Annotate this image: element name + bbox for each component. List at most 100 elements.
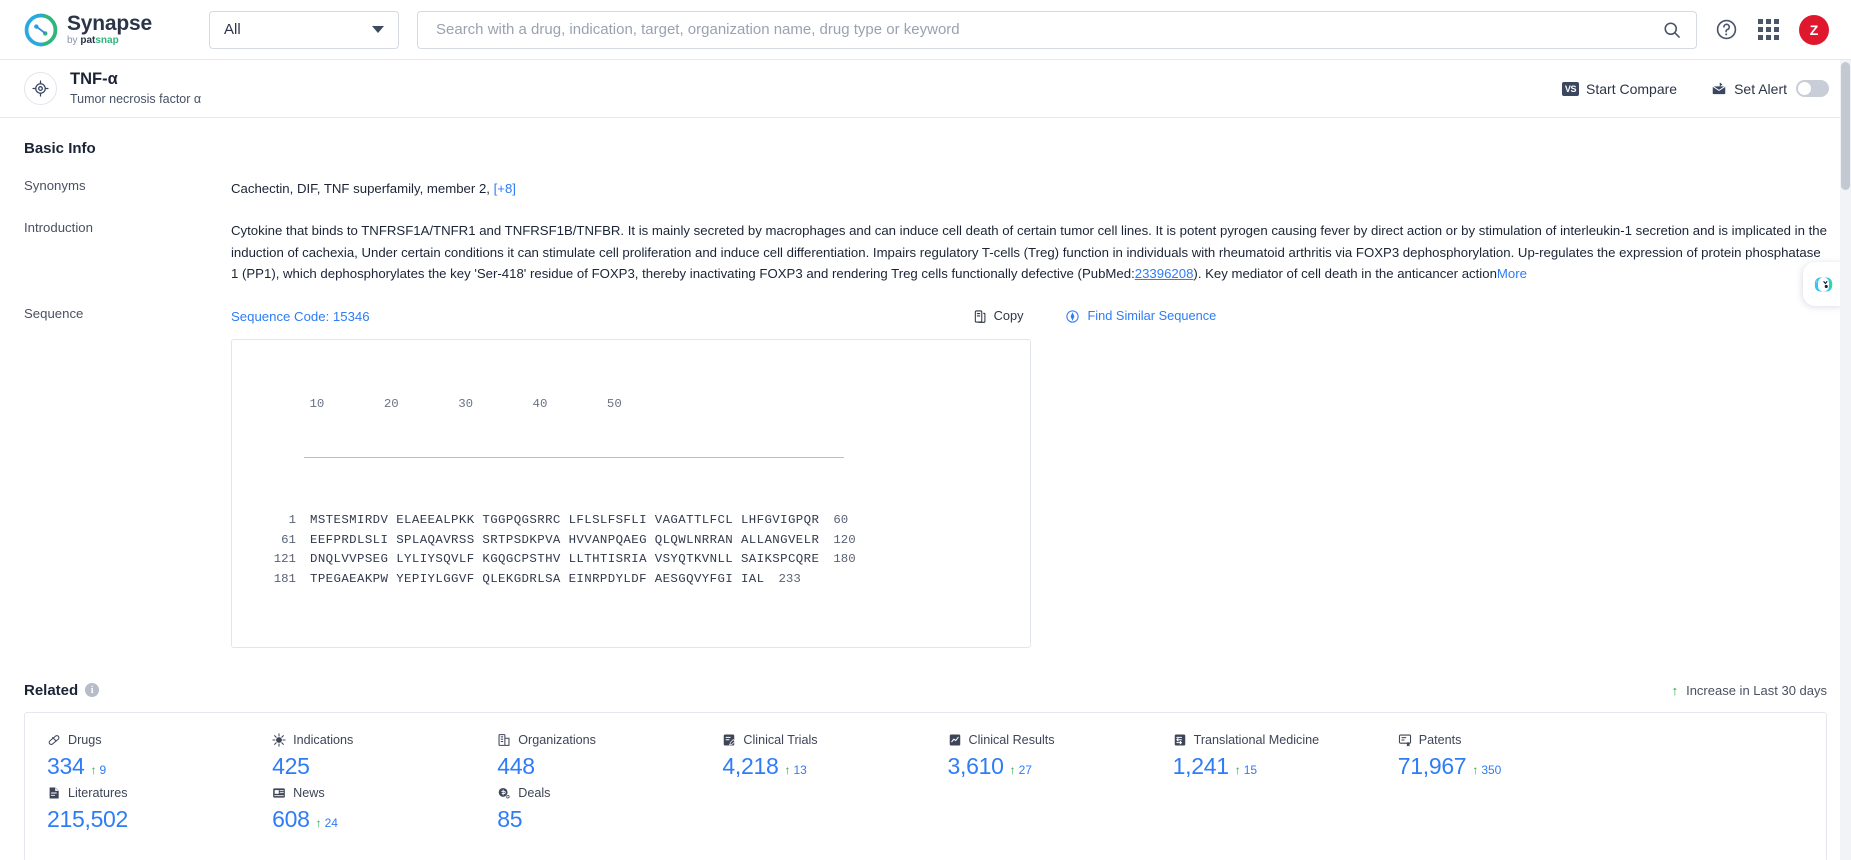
stat-value: 85 <box>497 805 523 832</box>
stat-header: Drugs <box>47 733 250 747</box>
sequence-line: 181 TPEGAEAKPW YEPIYLGGVF QLEKGDRLSA EINR… <box>250 570 1012 590</box>
building-icon <box>497 733 511 747</box>
stat-header: Clinical Results <box>948 733 1151 747</box>
news-icon <box>272 786 286 800</box>
brand-logo-area[interactable]: Synapse by patsnap <box>24 13 182 47</box>
stat-indications[interactable]: Indications 425 <box>250 733 475 780</box>
sequence-ruler: 10 20 30 40 50 <box>250 397 622 412</box>
sequence-start-index: 61 <box>281 532 296 547</box>
increase-note-label: Increase in Last 30 days <box>1686 682 1827 698</box>
stat-label: Organizations <box>518 732 596 747</box>
stat-organizations[interactable]: Organizations 448 <box>475 733 700 780</box>
assistant-widget-button[interactable] <box>1803 262 1843 306</box>
sequence-line: 1 MSTESMIRDV ELAEEALPKK TGGPQGSRRC LFLSLF… <box>250 511 1012 531</box>
stat-spacer <box>1601 733 1826 780</box>
apps-grid-icon[interactable] <box>1758 19 1779 40</box>
synonyms-label: Synonyms <box>24 178 86 193</box>
stat-clinical-trials[interactable]: Clinical Trials 4,218 ↑ 13 <box>700 733 925 780</box>
stat-value: 1,241 <box>1172 752 1229 779</box>
copy-icon <box>974 310 986 323</box>
stat-delta: ↑ 24 <box>315 815 338 830</box>
global-search-box[interactable] <box>417 10 1697 49</box>
set-alert-control[interactable]: Set Alert <box>1711 80 1829 97</box>
stat-header: Literatures <box>47 786 250 800</box>
vs-icon: VS <box>1562 81 1580 96</box>
stat-header: Translational Medicine <box>1173 733 1376 747</box>
introduction-text-tail: ). Key mediator of cell death in the ant… <box>1193 266 1497 282</box>
set-alert-toggle[interactable] <box>1796 80 1829 97</box>
stat-value: 448 <box>497 752 535 779</box>
user-avatar[interactable]: Z <box>1799 14 1829 45</box>
stat-value: 4,218 <box>722 752 779 779</box>
introduction-label: Introduction <box>24 220 93 236</box>
stat-delta: ↑ 9 <box>90 762 107 777</box>
top-navigation-bar: Synapse by patsnap All Z <box>0 0 1851 60</box>
stat-news[interactable]: News 608 ↑ 24 <box>250 786 475 833</box>
sequence-residues: TPEGAEAKPW YEPIYLGGVF QLEKGDRLSA EINRPDY… <box>310 571 765 586</box>
stat-value: 425 <box>272 752 310 779</box>
stat-value-line: 334 ↑ 9 <box>47 753 250 780</box>
synonyms-expand-link[interactable]: [+8] <box>494 181 516 196</box>
stat-value-line: 85 <box>497 806 700 833</box>
stat-label: Deals <box>518 785 551 800</box>
introduction-value-wrap: Cytokine that binds to TNFRSF1A/TNFR1 an… <box>231 220 1827 284</box>
search-scope-dropdown[interactable]: All <box>209 10 399 49</box>
stat-delta: ↑ 13 <box>784 762 807 777</box>
target-icon <box>32 80 49 97</box>
target-alias: Tumor necrosis factor α <box>70 91 202 106</box>
stat-header: News <box>272 786 475 800</box>
target-actions: VS Start Compare Set Alert <box>1562 80 1829 97</box>
copy-sequence-button[interactable]: Copy <box>973 306 1023 327</box>
synonyms-value-wrap: Cachectin, DIF, TNF superfamily, member … <box>231 178 1827 199</box>
stat-value: 608 <box>272 805 310 832</box>
search-input[interactable] <box>434 20 1662 39</box>
stat-label: Clinical Trials <box>743 732 818 747</box>
stat-header: Clinical Trials <box>722 733 925 747</box>
stat-drugs[interactable]: Drugs 334 ↑ 9 <box>25 733 250 780</box>
page-title: TNF-α <box>70 70 118 89</box>
patent-icon <box>1398 733 1412 747</box>
stat-value-line: 3,610 ↑ 27 <box>948 753 1151 780</box>
stat-label: Translational Medicine <box>1193 732 1320 747</box>
find-similar-sequence-button[interactable]: Find Similar Sequence <box>1065 306 1216 327</box>
help-icon[interactable] <box>1715 18 1738 41</box>
find-similar-icon <box>1066 310 1080 323</box>
stat-deals[interactable]: Deals 85 <box>475 786 700 833</box>
chevron-down-icon <box>372 26 384 33</box>
deal-icon <box>497 786 511 800</box>
sequence-ruler-line <box>304 456 844 458</box>
stat-value: 71,967 <box>1397 752 1467 779</box>
stat-literatures[interactable]: Literatures 215,502 <box>25 786 250 833</box>
up-arrow-icon: ↑ <box>315 815 322 830</box>
basic-info-title: Basic Info <box>24 140 96 157</box>
target-titles: TNF-α Tumor necrosis factor α <box>70 70 201 106</box>
nav-right-actions: Z <box>1715 14 1829 45</box>
stat-label: Indications <box>293 732 354 747</box>
search-icon[interactable] <box>1662 20 1682 40</box>
stat-delta: ↑ 350 <box>1472 762 1502 777</box>
info-icon[interactable]: i <box>85 683 100 698</box>
stat-header: Deals <box>497 786 700 800</box>
start-compare-button[interactable]: VS Start Compare <box>1562 81 1677 97</box>
sequence-code-link[interactable]: Sequence Code: 15346 <box>231 306 370 327</box>
stat-value-line: 4,218 ↑ 13 <box>722 753 925 780</box>
stat-patents[interactable]: Patents 71,967 ↑ 350 <box>1376 733 1601 780</box>
target-entity-icon-wrap <box>24 72 57 105</box>
page-scrollbar-thumb[interactable] <box>1841 62 1850 190</box>
pubmed-link[interactable]: 23396208 <box>1135 266 1194 281</box>
stat-label: News <box>293 785 325 800</box>
stat-translational-medicine[interactable]: Translational Medicine 1,241 ↑ 15 <box>1151 733 1376 780</box>
synapse-logo-icon <box>24 13 58 46</box>
stat-value: 3,610 <box>947 752 1004 779</box>
sequence-value-wrap: Sequence Code: 15346 Copy Find Similar S… <box>231 306 1827 648</box>
introduction-more-link[interactable]: More <box>1497 266 1527 281</box>
assistant-robot-icon <box>1814 276 1832 292</box>
stat-header: Organizations <box>497 733 700 747</box>
stat-label: Patents <box>1418 732 1462 747</box>
brand-name: Synapse <box>67 12 152 35</box>
clinical-trial-icon <box>722 733 736 747</box>
set-alert-label: Set Alert <box>1734 80 1787 97</box>
sequence-start-index: 121 <box>273 552 296 567</box>
stat-clinical-results[interactable]: Clinical Results 3,610 ↑ 27 <box>926 733 1151 780</box>
stat-delta: ↑ 15 <box>1234 762 1258 777</box>
